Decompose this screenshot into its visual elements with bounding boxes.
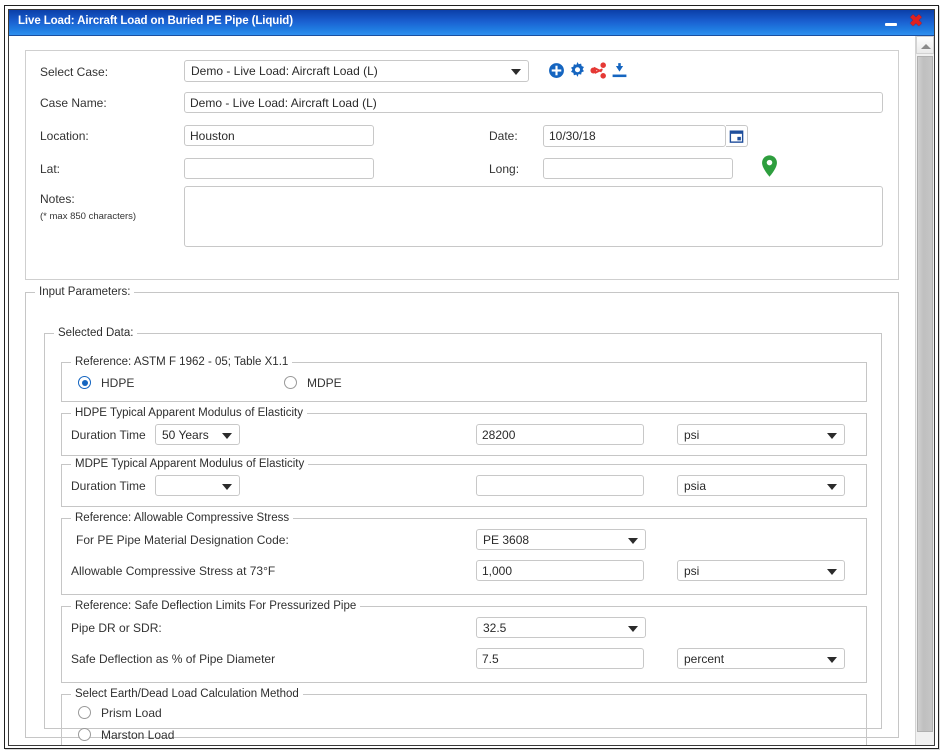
case-info-card: Select Case: Demo - Live Load: Aircraft …: [25, 50, 899, 280]
selected-data-fieldset: Selected Data: Reference: ASTM F 1962 - …: [44, 327, 882, 745]
notes-textarea[interactable]: [184, 186, 883, 247]
scroll-pane: Select Case: Demo - Live Load: Aircraft …: [9, 36, 915, 745]
share-icon[interactable]: [590, 62, 607, 79]
location-input[interactable]: Houston: [184, 125, 374, 146]
download-icon[interactable]: [611, 62, 628, 79]
vertical-scrollbar[interactable]: [915, 36, 934, 745]
input-parameters-fieldset: Input Parameters: Selected Data: Referen…: [25, 286, 899, 745]
selected-data-legend: Selected Data:: [54, 327, 138, 339]
astm-reference-legend: Reference: ASTM F 1962 - 05; Table X1.1: [71, 356, 293, 368]
case-name-label: Case Name:: [40, 96, 107, 110]
notes-hint: (* max 850 characters): [40, 211, 137, 222]
location-label: Location:: [40, 129, 89, 143]
mdpe-modulus-fieldset: MDPE Typical Apparent Modulus of Elastic…: [61, 458, 867, 507]
compressive-stress-fieldset: Reference: Allowable Compressive Stress …: [61, 512, 867, 595]
radio-hdpe[interactable]: [78, 376, 91, 389]
pipe-dr-dropdown[interactable]: 32.5: [476, 617, 646, 638]
astm-reference-fieldset: Reference: ASTM F 1962 - 05; Table X1.1 …: [61, 356, 867, 402]
safe-deflection-label: Safe Deflection as % of Pipe Diameter: [71, 652, 276, 666]
map-pin-icon[interactable]: [761, 155, 778, 177]
pipe-dr-label: Pipe DR or SDR:: [71, 621, 162, 635]
safe-deflection-legend: Reference: Safe Deflection Limits For Pr…: [71, 600, 361, 612]
date-input[interactable]: 10/30/18: [543, 125, 726, 147]
mdpe-modulus-unit-dropdown[interactable]: psia: [677, 475, 845, 496]
radio-prism-load[interactable]: [78, 706, 91, 719]
mdpe-modulus-legend: MDPE Typical Apparent Modulus of Elastic…: [71, 458, 309, 470]
input-parameters-legend: Input Parameters:: [35, 286, 135, 298]
mdpe-modulus-value-input[interactable]: [476, 475, 644, 496]
calendar-icon[interactable]: [726, 125, 748, 147]
radio-prism-load-label: Prism Load: [101, 706, 162, 720]
window-title: Live Load: Aircraft Load on Buried PE Pi…: [18, 15, 293, 27]
earth-load-method-fieldset: Select Earth/Dead Load Calculation Metho…: [61, 688, 867, 745]
minimize-button[interactable]: [881, 14, 901, 32]
select-case-dropdown[interactable]: Demo - Live Load: Aircraft Load (L): [184, 60, 529, 82]
window-inner-frame: Live Load: Aircraft Load on Buried PE Pi…: [8, 9, 935, 746]
radio-hdpe-label: HDPE: [101, 376, 135, 390]
compressive-stress-legend: Reference: Allowable Compressive Stress: [71, 512, 294, 524]
close-button[interactable]: ✖: [906, 14, 926, 32]
mdpe-duration-dropdown[interactable]: [155, 475, 240, 496]
scroll-up-button[interactable]: [916, 36, 934, 54]
lat-label: Lat:: [40, 162, 61, 176]
hdpe-modulus-legend: HDPE Typical Apparent Modulus of Elastic…: [71, 407, 307, 419]
add-circle-icon[interactable]: [548, 62, 565, 79]
long-input[interactable]: [543, 158, 733, 179]
mdpe-duration-label: Duration Time: [71, 479, 146, 493]
radio-marston-load-label: Marston Load: [101, 728, 175, 742]
case-name-input[interactable]: Demo - Live Load: Aircraft Load (L): [184, 92, 883, 113]
hdpe-modulus-unit-dropdown[interactable]: psi: [677, 424, 845, 445]
lat-input[interactable]: [184, 158, 374, 179]
radio-mdpe[interactable]: [284, 376, 297, 389]
gear-icon[interactable]: [569, 62, 586, 79]
allowable-stress-label: Allowable Compressive Stress at 73°F: [71, 564, 276, 578]
hdpe-modulus-fieldset: HDPE Typical Apparent Modulus of Elastic…: [61, 407, 867, 456]
date-label: Date:: [489, 129, 518, 143]
safe-deflection-input[interactable]: 7.5: [476, 648, 644, 669]
window-outer-frame: Live Load: Aircraft Load on Buried PE Pi…: [4, 5, 939, 749]
safe-deflection-unit-dropdown[interactable]: percent: [677, 648, 845, 669]
hdpe-modulus-value-input[interactable]: 28200: [476, 424, 644, 445]
close-icon: ✖: [909, 13, 923, 30]
notes-label: Notes:: [40, 192, 75, 206]
content-area: Select Case: Demo - Live Load: Aircraft …: [9, 36, 934, 745]
safe-deflection-fieldset: Reference: Safe Deflection Limits For Pr…: [61, 600, 867, 683]
title-bar: Live Load: Aircraft Load on Buried PE Pi…: [9, 10, 934, 36]
pe-code-dropdown[interactable]: PE 3608: [476, 529, 646, 550]
earth-load-method-legend: Select Earth/Dead Load Calculation Metho…: [71, 688, 303, 700]
pe-code-label: For PE Pipe Material Designation Code:: [76, 533, 289, 547]
allowable-stress-unit-dropdown[interactable]: psi: [677, 560, 845, 581]
hdpe-duration-label: Duration Time: [71, 428, 146, 442]
radio-mdpe-label: MDPE: [307, 376, 342, 390]
allowable-stress-input[interactable]: 1,000: [476, 560, 644, 581]
hdpe-duration-dropdown[interactable]: 50 Years: [155, 424, 240, 445]
scrollbar-thumb[interactable]: [917, 56, 933, 732]
long-label: Long:: [489, 162, 520, 176]
radio-marston-load[interactable]: [78, 728, 91, 741]
select-case-label: Select Case:: [40, 65, 109, 79]
app-window: Live Load: Aircraft Load on Buried PE Pi…: [0, 0, 950, 754]
